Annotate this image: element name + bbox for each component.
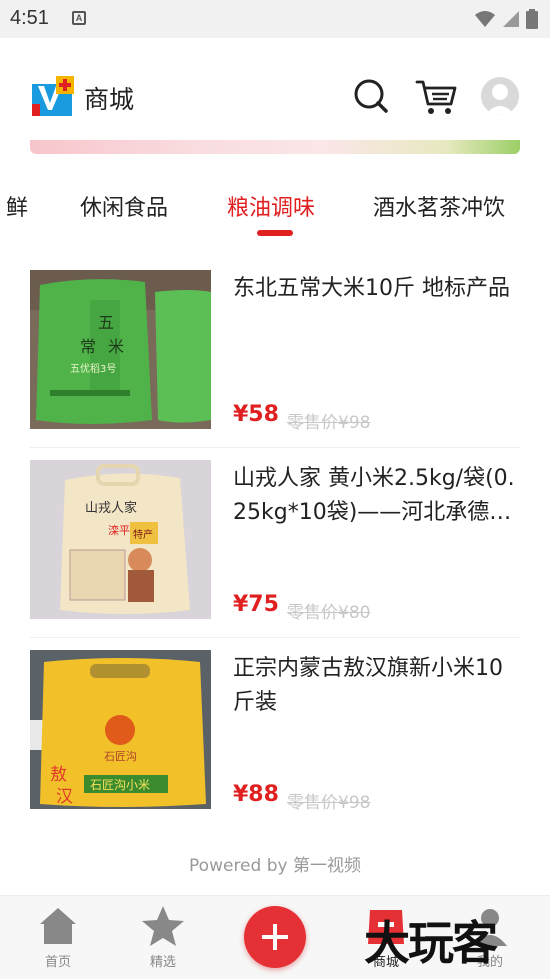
nav-home[interactable]: 首页 bbox=[28, 904, 88, 970]
product-card[interactable]: 五 常 米 五优稻3号 东北五常大米10斤 地标产品 ¥58 零售价¥98 bbox=[30, 252, 520, 442]
plus-icon bbox=[262, 924, 288, 950]
notification-icon: A bbox=[72, 11, 86, 25]
category-tabs: 鲜 休闲食品 粮油调味 酒水茗茶冲饮 bbox=[0, 180, 550, 240]
product-price: ¥75 bbox=[233, 592, 279, 617]
active-tab-indicator bbox=[257, 230, 293, 236]
product-name[interactable]: 东北五常大米10斤 地标产品 bbox=[233, 272, 518, 306]
signal-icon bbox=[503, 11, 519, 27]
status-bar: 4:51 A bbox=[0, 0, 550, 38]
tab-drinks-tea[interactable]: 酒水茗茶冲饮 bbox=[373, 190, 505, 222]
product-retail-price: 零售价¥98 bbox=[287, 793, 371, 813]
user-avatar-icon bbox=[485, 84, 515, 115]
search-icon[interactable] bbox=[353, 78, 389, 114]
svg-text:五优稻3号: 五优稻3号 bbox=[70, 362, 116, 375]
page-title: 商城 bbox=[84, 85, 135, 114]
svg-text:滦平: 滦平 bbox=[108, 523, 130, 537]
status-icons bbox=[474, 8, 538, 30]
svg-text:石匠沟小米: 石匠沟小米 bbox=[90, 778, 150, 792]
svg-text:米: 米 bbox=[108, 337, 124, 356]
status-time: 4:51 bbox=[10, 7, 49, 29]
battery-icon bbox=[526, 9, 538, 29]
nav-featured[interactable]: 精选 bbox=[133, 904, 193, 970]
nav-home-label: 首页 bbox=[44, 955, 71, 970]
green-rice-bag-image[interactable]: 五 常 米 五优稻3号 bbox=[30, 270, 211, 429]
yellow-millet-bag-image[interactable]: 石匠沟 敖 汉 石匠沟小米 bbox=[30, 650, 211, 809]
watermark: 大玩客 bbox=[364, 916, 498, 970]
svg-text:石匠沟: 石匠沟 bbox=[104, 750, 137, 763]
banner-strip[interactable] bbox=[30, 140, 520, 154]
svg-text:特产: 特产 bbox=[133, 528, 153, 541]
powered-by-text: Powered by 第一视频 bbox=[189, 856, 361, 876]
app-header: 商城 bbox=[0, 38, 550, 138]
product-card[interactable]: 石匠沟 敖 汉 石匠沟小米 正宗内蒙古敖汉旗新小米10斤装 ¥88 零售价¥98 bbox=[30, 632, 520, 822]
logo-icon bbox=[32, 76, 74, 116]
wifi-icon bbox=[475, 11, 495, 27]
millet-bag-image[interactable]: 山戎人家 滦平 特产 bbox=[30, 460, 211, 619]
svg-text:五: 五 bbox=[98, 313, 114, 332]
product-retail-price: 零售价¥80 bbox=[287, 603, 371, 623]
avatar[interactable] bbox=[481, 77, 519, 115]
tab-fresh[interactable]: 鲜 bbox=[6, 190, 28, 222]
home-icon bbox=[40, 908, 76, 944]
tab-grain-oil[interactable]: 粮油调味 bbox=[227, 190, 315, 222]
product-card[interactable]: 山戎人家 滦平 特产 山戎人家 黄小米2.5kg/袋(0.25kg*10袋)——… bbox=[30, 442, 520, 632]
svg-text:敖: 敖 bbox=[50, 765, 67, 785]
star-icon bbox=[142, 906, 184, 946]
cart-icon[interactable] bbox=[415, 78, 457, 116]
product-name[interactable]: 正宗内蒙古敖汉旗新小米10斤装 bbox=[233, 652, 518, 720]
product-name[interactable]: 山戎人家 黄小米2.5kg/袋(0.25kg*10袋)——河北承德特产 bbox=[233, 462, 518, 530]
add-button[interactable] bbox=[244, 906, 306, 968]
svg-text:山戎人家: 山戎人家 bbox=[85, 500, 137, 516]
product-retail-price: 零售价¥98 bbox=[287, 413, 371, 433]
tab-snacks[interactable]: 休闲食品 bbox=[80, 190, 168, 222]
product-price: ¥58 bbox=[233, 402, 279, 427]
nav-featured-label: 精选 bbox=[149, 955, 176, 970]
svg-text:汉: 汉 bbox=[56, 787, 73, 807]
product-price: ¥88 bbox=[233, 782, 279, 807]
svg-text:常: 常 bbox=[80, 337, 96, 356]
